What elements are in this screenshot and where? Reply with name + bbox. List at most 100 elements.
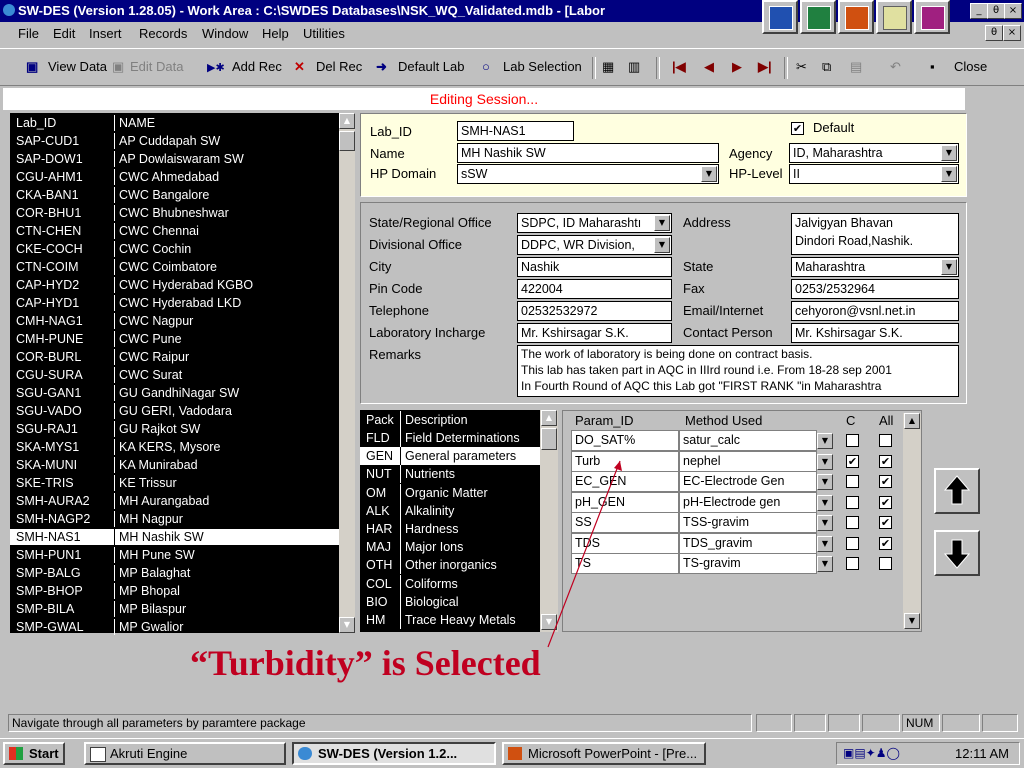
lab-list-scrollbar[interactable]: ▲ ▼ (339, 113, 355, 633)
email-field[interactable]: cehyoron@vsnl.net.in (791, 301, 959, 321)
del-rec-button[interactable]: Del Rec (316, 59, 362, 74)
lab-list-row[interactable]: COR-BURL CWC Raipur (10, 349, 340, 365)
lab-list-row[interactable]: CMH-NAG1 CWC Nagpur (10, 313, 340, 329)
menu-edit[interactable]: Edit (53, 26, 75, 41)
package-row[interactable]: HAR Hardness (360, 520, 540, 538)
menu-utilities[interactable]: Utilities (303, 26, 345, 41)
chevron-down-icon[interactable]: ▼ (941, 166, 957, 182)
lab-selection-button[interactable]: Lab Selection (503, 59, 582, 74)
task-akruti-engine[interactable]: Akruti Engine (84, 742, 286, 765)
lab-list-row[interactable]: CGU-AHM1 CWC Ahmedabad (10, 169, 340, 185)
chevron-down-icon[interactable]: ▼ (817, 474, 833, 490)
close-window-button[interactable]: × (1004, 3, 1022, 19)
chevron-down-icon[interactable]: ▼ (817, 535, 833, 552)
city-field[interactable]: Nashik (517, 257, 672, 277)
copy-icon[interactable]: ⧉ (822, 59, 831, 75)
tray-icons[interactable]: ▣▤✦♟◯ (843, 746, 900, 760)
all-checkbox[interactable]: ✔ (879, 495, 892, 509)
laboratory-incharge-field[interactable]: Mr. Kshirsagar S.K. (517, 323, 672, 343)
datasheet-view-icon[interactable]: ▥ (628, 59, 640, 75)
all-checkbox[interactable] (879, 434, 892, 447)
lab-list-row[interactable]: SAP-CUD1 AP Cuddapah SW (10, 133, 340, 149)
method-used-cell[interactable]: TS-gravim (679, 553, 817, 574)
lab-list-row[interactable]: SMP-BHOP MP Bhopal (10, 583, 340, 599)
view-data-button[interactable]: View Data (48, 59, 107, 74)
method-used-cell[interactable]: EC-Electrode Gen (679, 471, 817, 492)
lab-list-row[interactable]: CKA-BAN1 CWC Bangalore (10, 187, 340, 203)
chevron-down-icon[interactable]: ▼ (654, 237, 670, 253)
mdi-close-button[interactable]: × (1003, 25, 1021, 41)
lab-list-row[interactable]: SKA-MUNI KA Munirabad (10, 457, 340, 473)
lab-list-row[interactable]: SGU-GAN1 GU GandhiNagar SW (10, 385, 340, 401)
scroll-thumb[interactable] (339, 131, 355, 151)
mdi-restore-button[interactable]: θ (985, 25, 1003, 41)
chevron-down-icon[interactable]: ▼ (941, 259, 957, 275)
undo-icon[interactable]: ↶ (890, 59, 901, 75)
package-row[interactable]: FLD Field Determinations (360, 429, 540, 447)
all-checkbox[interactable]: ✔ (879, 536, 892, 550)
state-office-select[interactable]: SDPC, ID Maharashtı (517, 213, 672, 233)
chevron-down-icon[interactable]: ▼ (941, 145, 957, 161)
lab-list-row[interactable]: CTN-COIM CWC Coimbatore (10, 259, 340, 275)
divisional-office-select[interactable]: DDPC, WR Division, (517, 235, 672, 255)
package-row[interactable]: ALK Alkalinity (360, 501, 540, 520)
method-used-cell[interactable]: nephel (679, 450, 817, 472)
address-field[interactable]: Jalvigyan Bhavan Dindori Road,Nashik. (791, 213, 959, 255)
lab-list-row[interactable]: SMH-NAGP2 MH Nagpur (10, 511, 340, 527)
pin-code-field[interactable]: 422004 (517, 279, 672, 299)
menu-records[interactable]: Records (139, 26, 187, 41)
name-field[interactable]: MH Nashik SW (457, 143, 719, 163)
c-checkbox[interactable] (846, 536, 859, 550)
lab-list-row[interactable]: SGU-VADO GU GERI, Vadodara (10, 403, 340, 419)
add-rec-button[interactable]: Add Rec (232, 59, 282, 74)
lab-list-row[interactable]: CTN-CHEN CWC Chennai (10, 223, 340, 239)
package-list[interactable]: Pack Description FLD Field Determinations… (360, 410, 558, 632)
chevron-down-icon[interactable]: ▼ (817, 494, 833, 511)
package-row[interactable]: NUT Nutrients (360, 465, 540, 484)
lab-list-row[interactable]: CGU-SURA CWC Surat (10, 367, 340, 383)
lab-list-row[interactable]: SMH-AURA2 MH Aurangabad (10, 493, 340, 509)
fax-field[interactable]: 0253/2532964 (791, 279, 959, 299)
default-lab-button[interactable]: Default Lab (398, 59, 465, 74)
lab-list-row[interactable]: SGU-RAJ1 GU Rajkot SW (10, 421, 340, 437)
lab-list-row[interactable]: SKE-TRIS KE Trissur (10, 475, 340, 491)
state-select[interactable]: Maharashtra (791, 257, 959, 277)
package-row[interactable]: COL Coliforms (360, 574, 540, 593)
package-row[interactable]: OTH Other inorganics (360, 556, 540, 575)
hp-level-select[interactable]: II (789, 164, 959, 184)
task-sw-des[interactable]: SW-DES (Version 1.2... (292, 742, 496, 765)
all-checkbox[interactable]: ✔ (879, 475, 892, 488)
c-checkbox[interactable] (846, 434, 859, 447)
telephone-field[interactable]: 02532532972 (517, 301, 672, 321)
c-checkbox[interactable] (846, 495, 859, 509)
chevron-down-icon[interactable]: ▼ (817, 433, 833, 449)
remarks-field[interactable]: The work of laboratory is being done on … (517, 345, 959, 397)
package-row[interactable]: OM Organic Matter (360, 483, 540, 502)
minimize-button[interactable]: _ (970, 3, 988, 19)
chevron-down-icon[interactable]: ▼ (817, 453, 833, 470)
menu-window[interactable]: Window (202, 26, 248, 41)
scroll-up-arrow-icon[interactable]: ▲ (541, 410, 557, 426)
start-button[interactable]: Start (3, 742, 65, 765)
hp-domain-select[interactable]: sSW (457, 164, 719, 184)
default-checkbox[interactable]: ✔ (791, 122, 804, 135)
lab-list[interactable]: Lab_ID NAME SAP-CUD1 AP Cuddapah SW SAP-DO… (10, 113, 355, 635)
lab-list-row[interactable]: COR-BHU1 CWC Bhubneshwar (10, 205, 340, 221)
menu-help[interactable]: Help (262, 26, 289, 41)
package-row[interactable]: HM Trace Heavy Metals (360, 611, 540, 629)
package-row[interactable]: GEN General parameters (360, 447, 540, 466)
all-checkbox[interactable] (879, 557, 892, 570)
method-used-cell[interactable]: TDS_gravim (679, 532, 817, 554)
lab-list-row[interactable]: SKA-MYS1 KA KERS, Mysore (10, 439, 340, 455)
next-record-icon[interactable]: ▶ (732, 59, 742, 75)
paste-icon[interactable]: ▤ (850, 59, 862, 75)
lab-list-row[interactable]: CKE-COCH CWC Cochin (10, 241, 340, 257)
cut-icon[interactable]: ✂ (796, 59, 807, 75)
lab-list-row[interactable]: SMP-BILA MP Bilaspur (10, 601, 340, 617)
lab-list-row[interactable]: SMH-PUN1 MH Pune SW (10, 547, 340, 563)
param-id-cell[interactable]: DO_SAT% (571, 430, 679, 451)
move-up-button[interactable] (934, 468, 980, 514)
all-checkbox[interactable]: ✔ (879, 516, 892, 529)
restore-button[interactable]: θ (987, 3, 1005, 19)
first-record-icon[interactable]: |◀ (672, 59, 686, 75)
